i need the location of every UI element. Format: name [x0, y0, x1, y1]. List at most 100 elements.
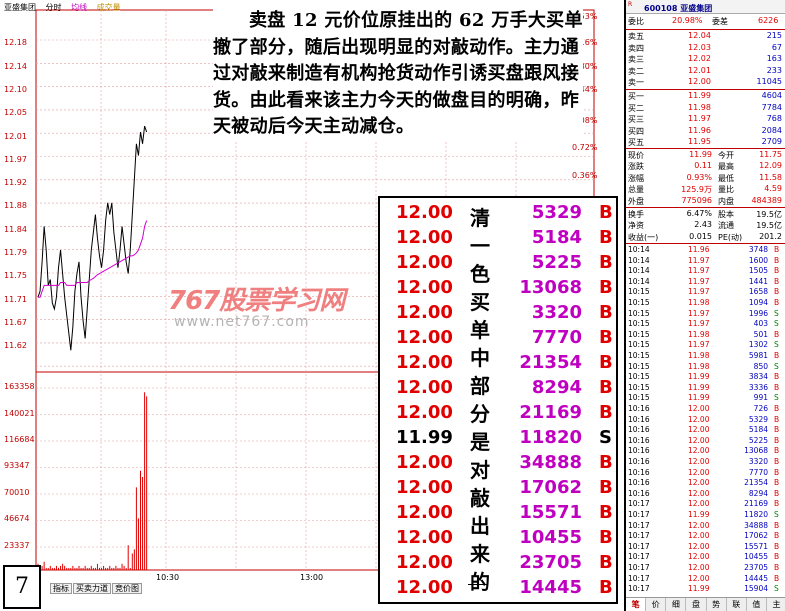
- trade-row: 12.00 23705 B: [380, 552, 620, 577]
- tick-flag: B: [774, 425, 780, 435]
- chart-mode-label[interactable]: 分时: [46, 3, 62, 12]
- level-label: 卖五: [628, 32, 644, 41]
- tab-indicator[interactable]: 指标: [50, 583, 72, 594]
- tick-row: 10:16 12.00 13068 B: [626, 446, 785, 456]
- tab-buy-sell-force[interactable]: 买卖力道: [73, 583, 111, 594]
- tick-flag: B: [774, 414, 780, 424]
- trade-flag: B: [599, 502, 613, 523]
- tick-price: 11.99: [688, 510, 710, 519]
- tick-volume: 5184: [748, 425, 768, 435]
- trade-flag: B: [599, 252, 613, 273]
- quote-tab[interactable]: 笔: [626, 598, 647, 611]
- tick-volume: 5981: [748, 351, 768, 360]
- tick-price: 12.00: [688, 488, 710, 498]
- level-price: 11.99: [688, 91, 711, 100]
- tick-price: 12.00: [688, 563, 710, 572]
- level-price: 12.01: [688, 65, 711, 75]
- tab-auction-chart[interactable]: 竞价图: [112, 583, 142, 594]
- trade-volume: 5225: [531, 252, 582, 273]
- trade-row: 12.00 21169 B: [380, 402, 620, 427]
- tick-volume: 23705: [744, 563, 768, 572]
- tick-price: 11.99: [688, 584, 710, 594]
- quote-tab[interactable]: 主: [767, 598, 785, 611]
- tick-time: 10:17: [628, 552, 650, 562]
- tick-row: 10:15 11.97 403 S: [626, 319, 785, 329]
- stat-label: 流通: [718, 221, 734, 231]
- stat-label: 外盘: [628, 196, 644, 206]
- tick-flag: B: [774, 382, 780, 392]
- tick-flag: B: [774, 329, 780, 339]
- buy-level-row: 买五 11.95 2709: [626, 137, 785, 148]
- stat-row: 净资 2.43 流通 19.5亿: [626, 220, 785, 231]
- tick-row: 10:17 12.00 34888 B: [626, 521, 785, 531]
- tick-row: 10:14 11.97 1600 B: [626, 256, 785, 266]
- trade-row: 12.00 5329 B: [380, 202, 620, 227]
- trade-row: 12.00 7770 B: [380, 327, 620, 352]
- trade-price: 12.00: [396, 352, 453, 373]
- tick-time: 10:15: [628, 382, 650, 392]
- level-volume: 7784: [761, 102, 782, 112]
- sell-level-row: 卖四 12.03 67: [626, 43, 785, 54]
- trade-row: 12.00 13068 B: [380, 277, 620, 302]
- tick-price: 11.97: [688, 266, 710, 276]
- tick-price: 12.00: [688, 478, 710, 488]
- tick-price: 11.97: [688, 255, 710, 265]
- trade-price: 12.00: [396, 552, 453, 573]
- level-volume: 163: [766, 54, 782, 64]
- tick-flag: B: [774, 499, 780, 509]
- level-label: 卖一: [628, 78, 644, 88]
- tick-row: 10:15 11.99 3336 B: [626, 383, 785, 393]
- quote-tab[interactable]: 细: [666, 598, 687, 611]
- tick-volume: 14445: [744, 573, 768, 583]
- price-tick: 11.71: [4, 295, 27, 304]
- tick-flag: B: [774, 287, 780, 297]
- tick-price: 12.00: [688, 467, 710, 477]
- trade-volume: 14445: [519, 577, 582, 598]
- vertical-note-char: 来: [470, 542, 490, 566]
- quote-tab[interactable]: 价: [646, 598, 667, 611]
- stat-row: 现价 11.99 今开 11.75: [626, 150, 785, 161]
- stat-label: 涨幅: [628, 173, 644, 183]
- stock-code: 600108: [644, 4, 678, 13]
- tick-time: 10:17: [628, 510, 650, 519]
- tick-flag: S: [774, 308, 779, 318]
- tick-row: 10:15 11.97 1996 S: [626, 309, 785, 319]
- quote-tab[interactable]: 势: [707, 598, 727, 611]
- price-tick: 12.05: [4, 108, 27, 117]
- tick-row: 10:15 11.97 1658 B: [626, 287, 785, 297]
- level-volume: 4604: [761, 91, 782, 100]
- quote-tabs: 笔价细盘势联值主: [626, 597, 785, 611]
- weibi-value: 20.98%: [672, 16, 703, 25]
- quote-tab[interactable]: 联: [727, 598, 747, 611]
- trade-row: 12.00 17062 B: [380, 477, 620, 502]
- stat-label: 最高: [718, 162, 734, 172]
- tick-price: 11.97: [688, 319, 710, 329]
- tick-price: 12.00: [688, 552, 710, 562]
- trade-price: 12.00: [396, 452, 453, 473]
- tick-time: 10:14: [628, 245, 650, 254]
- trade-volume: 7770: [531, 327, 582, 348]
- tick-volume: 991: [753, 393, 768, 403]
- stat-label: 最低: [718, 173, 734, 183]
- quote-tab[interactable]: 值: [747, 598, 767, 611]
- tick-row: 10:14 11.97 1505 B: [626, 266, 785, 276]
- stat-value: 12.09: [759, 161, 782, 171]
- trade-flag: B: [599, 402, 613, 423]
- slide-number: 7: [3, 565, 41, 609]
- tick-time: 10:15: [628, 329, 650, 339]
- tick-volume: 3336: [748, 382, 768, 392]
- avg-line-label: 均线: [71, 3, 88, 12]
- level-volume: 67: [771, 42, 782, 52]
- tick-volume: 7770: [748, 467, 768, 477]
- weibi-label: 委比: [628, 17, 644, 26]
- tick-time: 10:15: [628, 393, 650, 403]
- tick-flag: B: [774, 446, 780, 456]
- tick-price: 12.00: [688, 531, 710, 541]
- trade-flag: B: [599, 477, 613, 498]
- stat-row: 外盘 775096 内盘 484389: [626, 196, 785, 207]
- quote-tab[interactable]: 盘: [686, 598, 707, 611]
- price-tick: 11.79: [4, 248, 27, 257]
- weicha-value: 6226: [758, 16, 779, 25]
- divider: [626, 89, 785, 90]
- trade-volume: 8294: [531, 377, 582, 398]
